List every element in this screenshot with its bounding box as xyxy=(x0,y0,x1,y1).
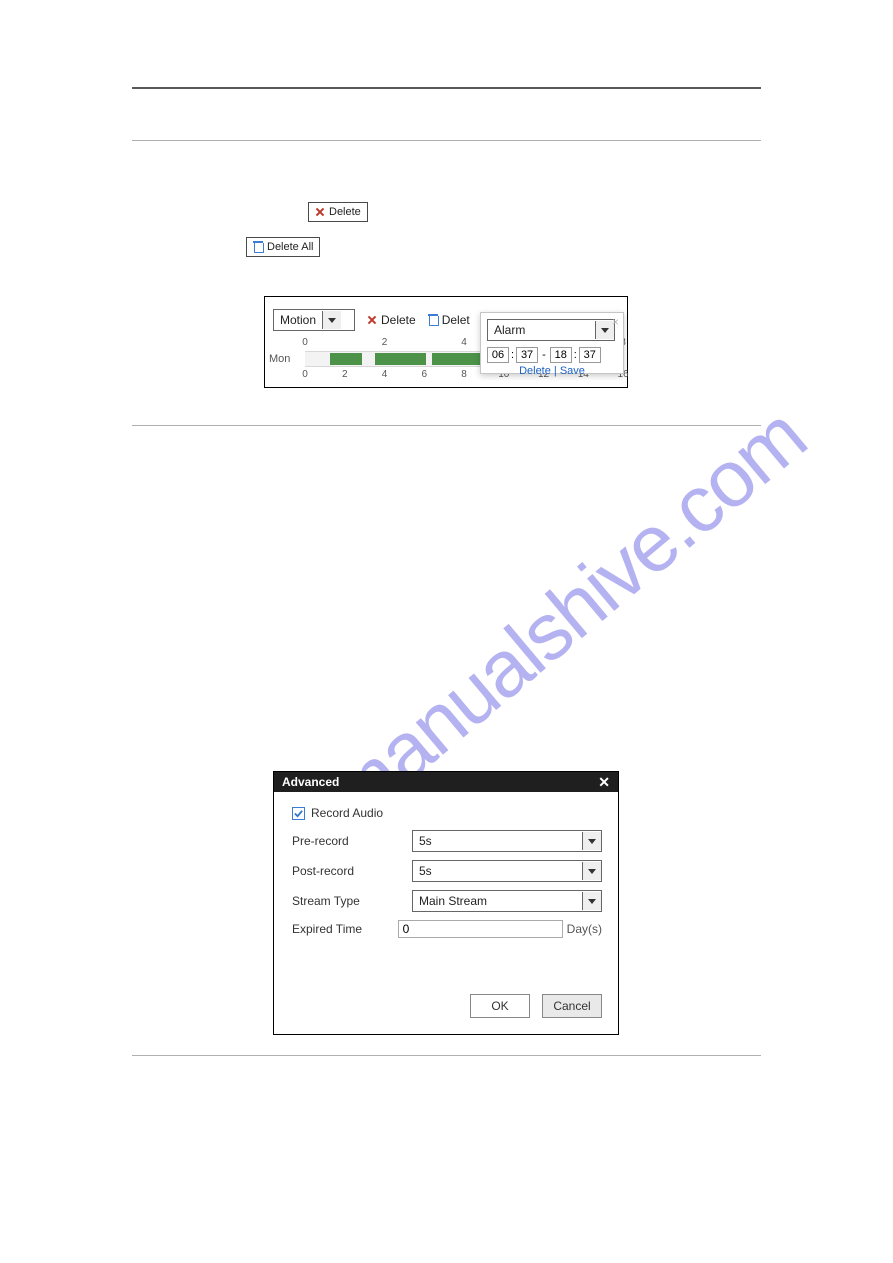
schedule-delete-tool[interactable]: Delete xyxy=(367,313,416,327)
chevron-down-icon xyxy=(582,892,601,910)
cancel-button[interactable]: Cancel xyxy=(542,994,602,1018)
schedule-row-label: Mon xyxy=(269,353,290,365)
delete-all-button-label: Delete All xyxy=(267,241,313,253)
time-start-minute[interactable] xyxy=(516,347,538,363)
record-audio-checkbox[interactable] xyxy=(292,807,305,820)
time-end-minute[interactable] xyxy=(579,347,601,363)
popover-delete-link[interactable]: Delete xyxy=(519,365,551,377)
stream-type-value: Main Stream xyxy=(413,894,582,908)
close-icon[interactable]: × xyxy=(612,315,619,329)
popover-type-value: Alarm xyxy=(488,323,595,337)
schedule-type-dropdown[interactable]: Motion xyxy=(273,309,355,331)
divider xyxy=(132,87,761,89)
post-record-label: Post-record xyxy=(292,864,412,878)
stream-type-dropdown[interactable]: Main Stream xyxy=(412,890,602,912)
popover-save-link[interactable]: Save xyxy=(560,365,585,377)
post-record-value: 5s xyxy=(413,864,582,878)
post-record-dropdown[interactable]: 5s xyxy=(412,860,602,882)
close-icon xyxy=(367,315,377,325)
schedule-delete-tool-clip[interactable]: Delet xyxy=(428,313,470,327)
stream-type-label: Stream Type xyxy=(292,894,412,908)
close-icon xyxy=(315,207,325,217)
pre-record-dropdown[interactable]: 5s xyxy=(412,830,602,852)
chevron-down-icon xyxy=(582,832,601,850)
schedule-delete-label: Delete xyxy=(381,313,416,327)
expired-time-input[interactable] xyxy=(398,920,563,938)
chevron-down-icon xyxy=(582,862,601,880)
close-icon[interactable]: ✕ xyxy=(598,774,610,791)
pre-record-value: 5s xyxy=(413,834,582,848)
chevron-down-icon xyxy=(322,311,341,329)
trash-icon xyxy=(253,241,263,253)
dialog-titlebar: Advanced ✕ xyxy=(274,772,618,792)
schedule-type-value: Motion xyxy=(274,313,322,327)
ok-button[interactable]: OK xyxy=(470,994,530,1018)
advanced-dialog: Advanced ✕ Record Audio Pre-record 5s Po… xyxy=(273,771,619,1035)
delete-button[interactable]: Delete xyxy=(308,202,368,222)
divider xyxy=(132,140,761,141)
dialog-title-text: Advanced xyxy=(282,775,339,789)
delete-all-button[interactable]: Delete All xyxy=(246,237,320,257)
trash-icon xyxy=(428,314,438,326)
schedule-delete-clip-label: Delet xyxy=(442,313,470,327)
divider xyxy=(132,1055,761,1056)
popover-time-row: : - : xyxy=(487,347,617,363)
expired-time-label: Expired Time xyxy=(292,922,398,936)
record-audio-label: Record Audio xyxy=(311,806,383,820)
pre-record-label: Pre-record xyxy=(292,834,412,848)
schedule-edit-popover: × Alarm : - : Delete | Save xyxy=(480,312,624,374)
time-end-hour[interactable] xyxy=(550,347,572,363)
expired-time-suffix: Day(s) xyxy=(567,922,602,936)
divider xyxy=(132,425,761,426)
time-start-hour[interactable] xyxy=(487,347,509,363)
popover-type-dropdown[interactable]: Alarm xyxy=(487,319,615,341)
delete-button-label: Delete xyxy=(329,206,361,218)
